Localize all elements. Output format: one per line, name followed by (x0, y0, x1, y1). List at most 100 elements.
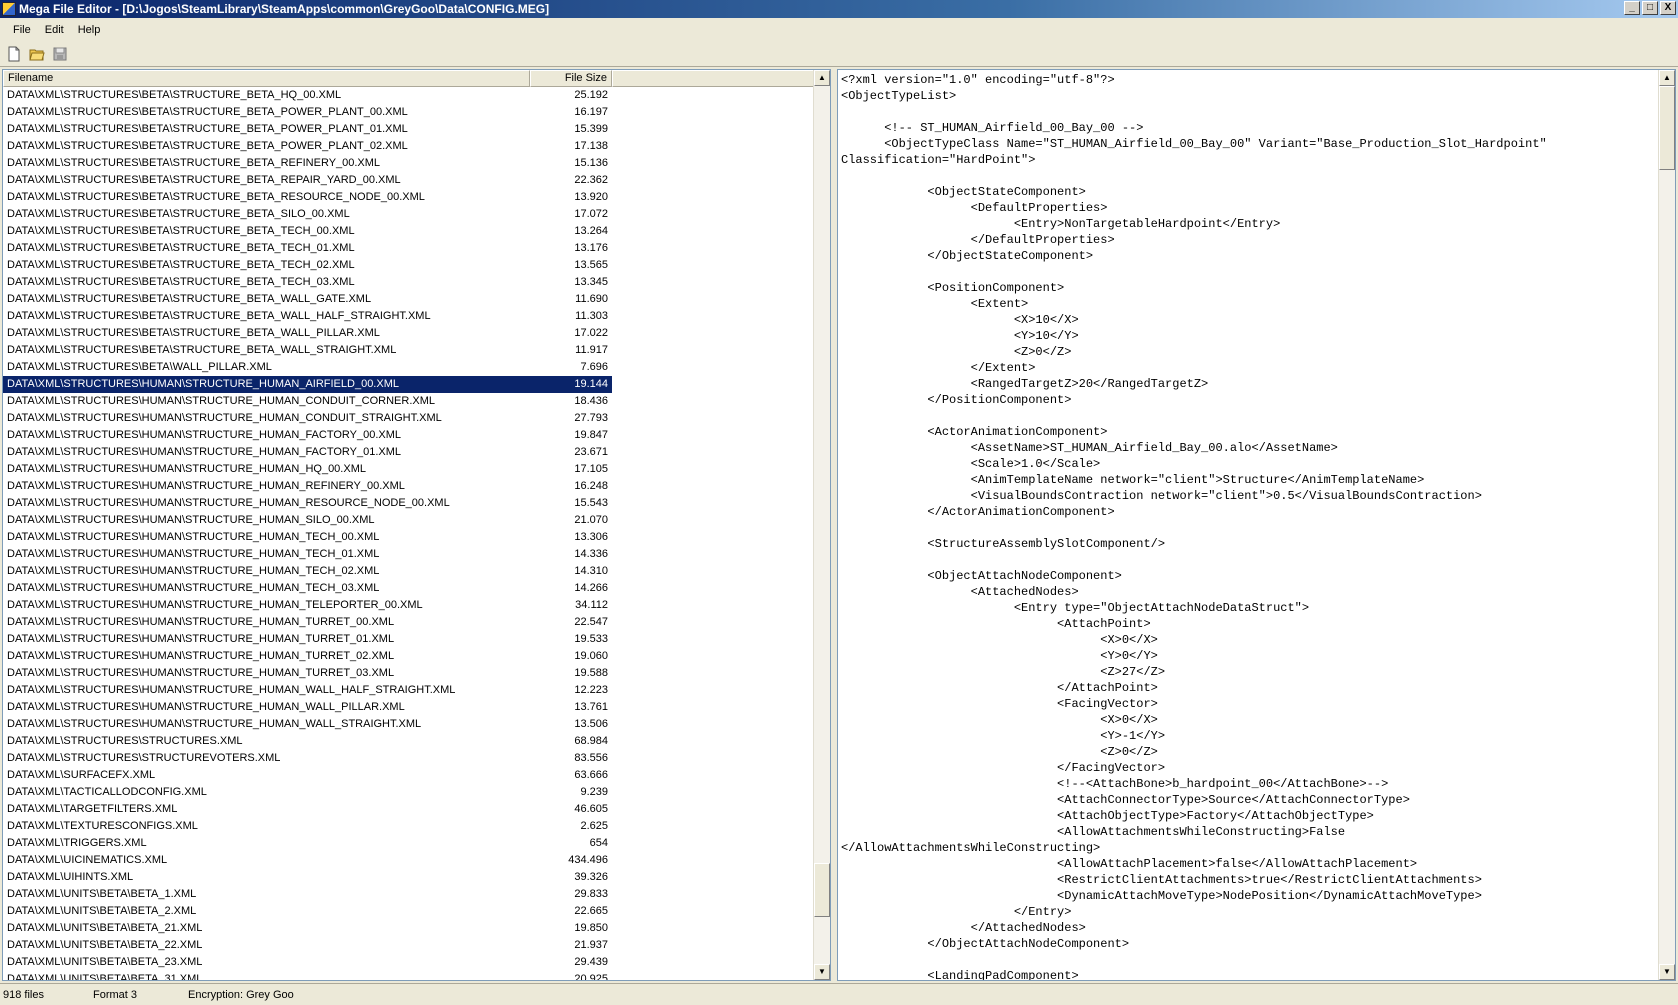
table-row[interactable]: DATA\XML\STRUCTURES\HUMAN\STRUCTURE_HUMA… (3, 478, 815, 495)
table-row[interactable]: DATA\XML\STRUCTURES\HUMAN\STRUCTURE_HUMA… (3, 597, 815, 614)
filesize-cell: 19.533 (574, 633, 608, 645)
table-row[interactable]: DATA\XML\STRUCTURES\HUMAN\STRUCTURE_HUMA… (3, 716, 815, 733)
filesize-cell: 23.671 (574, 446, 608, 458)
table-row[interactable]: DATA\XML\STRUCTURES\HUMAN\STRUCTURE_HUMA… (3, 665, 815, 682)
table-row[interactable]: DATA\XML\STRUCTURES\BETA\STRUCTURE_BETA_… (3, 189, 815, 206)
table-row[interactable]: DATA\XML\STRUCTURES\HUMAN\STRUCTURE_HUMA… (3, 631, 815, 648)
scroll-up-arrow[interactable]: ▲ (1659, 70, 1675, 86)
table-row[interactable]: DATA\XML\TRIGGERS.XML 654 (3, 835, 815, 852)
table-row[interactable]: DATA\XML\STRUCTURES\BETA\STRUCTURE_BETA_… (3, 274, 815, 291)
xml-editor[interactable]: <?xml version="1.0" encoding="utf-8"?> <O… (838, 70, 1658, 980)
editor-line: <VisualBoundsContraction network="client… (841, 489, 1482, 503)
table-row[interactable]: DATA\XML\STRUCTURES\HUMAN\STRUCTURE_HUMA… (3, 427, 815, 444)
file-list-pane: Filename File Size DATA\XML\STRUCTURES\B… (2, 69, 831, 981)
table-row[interactable]: DATA\XML\STRUCTURES\BETA\STRUCTURE_BETA_… (3, 104, 815, 121)
table-row[interactable]: DATA\XML\UICINEMATICS.XML 434.496 (3, 852, 815, 869)
open-file-button[interactable] (27, 44, 47, 64)
table-row[interactable]: DATA\XML\STRUCTURES\BETA\STRUCTURE_BETA_… (3, 138, 815, 155)
table-row[interactable]: DATA\XML\TARGETFILTERS.XML 46.605 (3, 801, 815, 818)
table-row[interactable]: DATA\XML\SURFACEFX.XML 63.666 (3, 767, 815, 784)
table-row[interactable]: DATA\XML\STRUCTURES\HUMAN\STRUCTURE_HUMA… (3, 614, 815, 631)
table-row[interactable]: DATA\XML\STRUCTURES\STRUCTUREVOTERS.XML 8… (3, 750, 815, 767)
menu-file[interactable]: File (6, 22, 38, 38)
filename-cell: DATA\XML\STRUCTURES\HUMAN\STRUCTURE_HUMA… (7, 718, 422, 730)
filename-cell: DATA\XML\STRUCTURES\BETA\STRUCTURE_BETA_… (7, 344, 397, 356)
table-row[interactable]: DATA\XML\STRUCTURES\BETA\STRUCTURE_BETA_… (3, 206, 815, 223)
table-row[interactable]: DATA\XML\STRUCTURES\HUMAN\STRUCTURE_HUMA… (3, 376, 815, 393)
table-row[interactable]: DATA\XML\STRUCTURES\HUMAN\STRUCTURE_HUMA… (3, 461, 815, 478)
table-row[interactable]: DATA\XML\STRUCTURES\BETA\STRUCTURE_BETA_… (3, 87, 815, 104)
maximize-button[interactable]: □ (1642, 1, 1658, 15)
filesize-cell: 19.588 (574, 667, 608, 679)
editor-line: <ObjectTypeList> (841, 89, 957, 103)
filesize-cell: 22.547 (574, 616, 608, 628)
filesize-cell: 2.625 (580, 820, 608, 832)
table-row[interactable]: DATA\XML\STRUCTURES\STRUCTURES.XML 68.984 (3, 733, 815, 750)
menu-edit[interactable]: Edit (38, 22, 71, 38)
save-button[interactable] (50, 44, 70, 64)
table-row[interactable]: DATA\XML\STRUCTURES\BETA\STRUCTURE_BETA_… (3, 240, 815, 257)
table-row[interactable]: DATA\XML\STRUCTURES\BETA\STRUCTURE_BETA_… (3, 325, 815, 342)
table-row[interactable]: DATA\XML\STRUCTURES\HUMAN\STRUCTURE_HUMA… (3, 512, 815, 529)
table-row[interactable]: DATA\XML\STRUCTURES\BETA\STRUCTURE_BETA_… (3, 223, 815, 240)
file-list-scrollbar[interactable]: ▲ ▼ (813, 70, 830, 980)
table-row[interactable]: DATA\XML\STRUCTURES\HUMAN\STRUCTURE_HUMA… (3, 563, 815, 580)
filesize-cell: 13.565 (574, 259, 608, 271)
table-row[interactable]: DATA\XML\STRUCTURES\BETA\STRUCTURE_BETA_… (3, 308, 815, 325)
filename-cell: DATA\XML\UNITS\BETA\BETA_21.XML (7, 922, 203, 934)
filename-cell: DATA\XML\STRUCTURES\BETA\STRUCTURE_BETA_… (7, 106, 408, 118)
table-row[interactable]: DATA\XML\UNITS\BETA\BETA_23.XML 29.439 (3, 954, 815, 971)
table-row[interactable]: DATA\XML\UNITS\BETA\BETA_21.XML 19.850 (3, 920, 815, 937)
editor-line: </ActorAnimationComponent> (841, 505, 1115, 519)
column-header-filesize[interactable]: File Size (530, 70, 612, 87)
table-row[interactable]: DATA\XML\UIHINTS.XML 39.326 (3, 869, 815, 886)
scroll-down-arrow[interactable]: ▼ (814, 964, 830, 980)
table-row[interactable]: DATA\XML\UNITS\BETA\BETA_31.XML 20.925 (3, 971, 815, 980)
close-button[interactable]: X (1660, 1, 1676, 15)
table-row[interactable]: DATA\XML\TEXTURESCONFIGS.XML 2.625 (3, 818, 815, 835)
table-row[interactable]: DATA\XML\STRUCTURES\HUMAN\STRUCTURE_HUMA… (3, 699, 815, 716)
new-file-button[interactable] (4, 44, 24, 64)
table-row[interactable]: DATA\XML\UNITS\BETA\BETA_1.XML 29.833 (3, 886, 815, 903)
scroll-thumb[interactable] (814, 863, 830, 917)
table-row[interactable]: DATA\XML\STRUCTURES\HUMAN\STRUCTURE_HUMA… (3, 546, 815, 563)
table-row[interactable]: DATA\XML\STRUCTURES\BETA\STRUCTURE_BETA_… (3, 172, 815, 189)
table-row[interactable]: DATA\XML\STRUCTURES\HUMAN\STRUCTURE_HUMA… (3, 682, 815, 699)
window-title: Mega File Editor - [D:\Jogos\SteamLibrar… (19, 2, 550, 16)
table-row[interactable]: DATA\XML\STRUCTURES\BETA\STRUCTURE_BETA_… (3, 155, 815, 172)
filename-cell: DATA\XML\STRUCTURES\HUMAN\STRUCTURE_HUMA… (7, 480, 405, 492)
scroll-thumb[interactable] (1659, 86, 1675, 170)
table-row[interactable]: DATA\XML\STRUCTURES\HUMAN\STRUCTURE_HUMA… (3, 648, 815, 665)
table-row[interactable]: DATA\XML\UNITS\BETA\BETA_2.XML 22.665 (3, 903, 815, 920)
scroll-down-arrow[interactable]: ▼ (1659, 964, 1675, 980)
column-header-filename[interactable]: Filename (3, 70, 530, 87)
table-row[interactable]: DATA\XML\STRUCTURES\HUMAN\STRUCTURE_HUMA… (3, 410, 815, 427)
table-row[interactable]: DATA\XML\STRUCTURES\HUMAN\STRUCTURE_HUMA… (3, 580, 815, 597)
editor-line: </PositionComponent> (841, 393, 1072, 407)
table-row[interactable]: DATA\XML\STRUCTURES\HUMAN\STRUCTURE_HUMA… (3, 444, 815, 461)
table-row[interactable]: DATA\XML\STRUCTURES\BETA\WALL_PILLAR.XML… (3, 359, 815, 376)
menu-help[interactable]: Help (71, 22, 108, 38)
filesize-cell: 21.937 (574, 939, 608, 951)
filename-cell: DATA\XML\STRUCTURES\HUMAN\STRUCTURE_HUMA… (7, 599, 423, 611)
editor-line: <AttachedNodes> (841, 585, 1079, 599)
table-row[interactable]: DATA\XML\STRUCTURES\BETA\STRUCTURE_BETA_… (3, 121, 815, 138)
filesize-cell: 46.605 (574, 803, 608, 815)
editor-line: <PositionComponent> (841, 281, 1065, 295)
filesize-cell: 9.239 (580, 786, 608, 798)
table-row[interactable]: DATA\XML\STRUCTURES\BETA\STRUCTURE_BETA_… (3, 291, 815, 308)
editor-scrollbar[interactable]: ▲ ▼ (1658, 70, 1675, 980)
filename-cell: DATA\XML\STRUCTURES\BETA\STRUCTURE_BETA_… (7, 293, 372, 305)
table-row[interactable]: DATA\XML\STRUCTURES\BETA\STRUCTURE_BETA_… (3, 257, 815, 274)
table-row[interactable]: DATA\XML\UNITS\BETA\BETA_22.XML 21.937 (3, 937, 815, 954)
table-row[interactable]: DATA\XML\STRUCTURES\HUMAN\STRUCTURE_HUMA… (3, 529, 815, 546)
table-row[interactable]: DATA\XML\STRUCTURES\HUMAN\STRUCTURE_HUMA… (3, 495, 815, 512)
minimize-button[interactable]: _ (1624, 1, 1640, 15)
table-row[interactable]: DATA\XML\STRUCTURES\HUMAN\STRUCTURE_HUMA… (3, 393, 815, 410)
table-row[interactable]: DATA\XML\TACTICALLODCONFIG.XML 9.239 (3, 784, 815, 801)
scroll-up-arrow[interactable]: ▲ (814, 70, 830, 86)
editor-line: </AttachPoint> (841, 681, 1158, 695)
table-row[interactable]: DATA\XML\STRUCTURES\BETA\STRUCTURE_BETA_… (3, 342, 815, 359)
